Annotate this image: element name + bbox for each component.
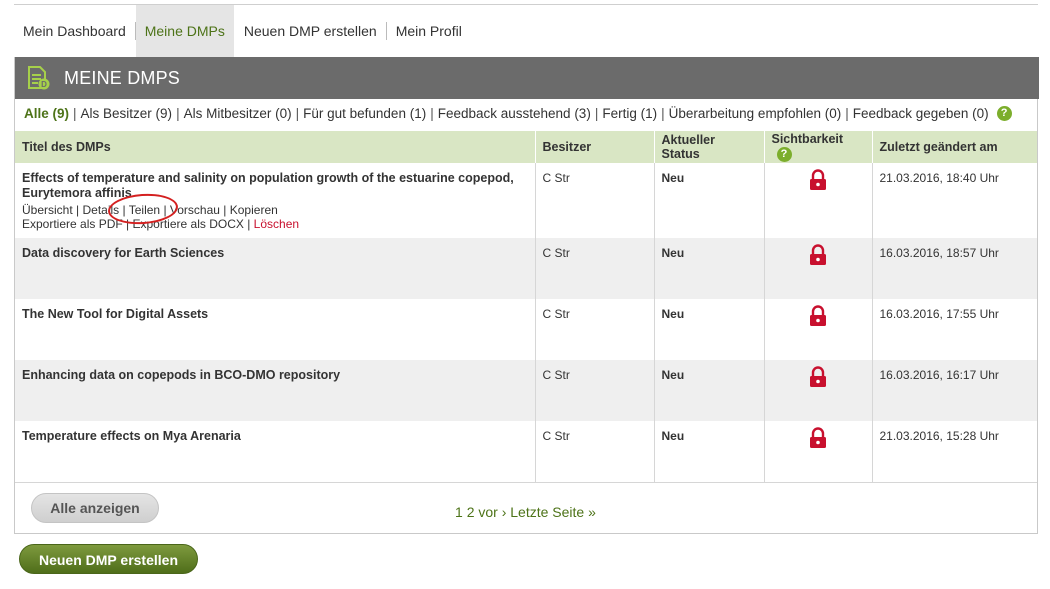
action-delete[interactable]: Löschen: [254, 217, 299, 231]
action-preview[interactable]: Vorschau: [170, 203, 220, 217]
dmp-title[interactable]: The New Tool for Digital Assets: [22, 307, 528, 322]
owner-cell: C Str: [534, 421, 654, 483]
col-header-updated[interactable]: Zuletzt geändert am: [871, 131, 1037, 163]
help-icon[interactable]: ?: [776, 146, 792, 162]
help-icon[interactable]: ?: [996, 106, 1012, 121]
filter-feedback-gegeben[interactable]: Feedback gegeben (0): [853, 106, 989, 121]
table-row: Data discovery for Earth Sciences C Str …: [15, 238, 1037, 299]
visibility-cell: [763, 163, 872, 238]
action-share[interactable]: Teilen: [129, 203, 160, 217]
table-row: Effects of temperature and salinity on p…: [15, 163, 1037, 238]
dmp-title[interactable]: Data discovery for Earth Sciences: [22, 246, 528, 261]
pagination: 1 2 vor › Letzte Seite »: [455, 504, 596, 520]
visibility-cell: [763, 238, 872, 299]
visibility-cell: [763, 299, 872, 360]
filter-ueberarbeitung-empfohlen[interactable]: Überarbeitung empfohlen (0): [669, 106, 842, 121]
lock-icon: [810, 305, 826, 326]
updated-cell: 21.03.2016, 18:40 Uhr: [871, 163, 1037, 238]
dmp-title[interactable]: Temperature effects on Mya Arenaria: [22, 429, 528, 444]
tab-mein-dashboard[interactable]: Mein Dashboard: [14, 5, 135, 57]
owner-cell: C Str: [534, 238, 654, 299]
col-header-status[interactable]: Aktueller Status: [653, 131, 764, 163]
updated-cell: 21.03.2016, 15:28 Uhr: [871, 421, 1037, 483]
svg-text:D: D: [41, 80, 47, 89]
dmp-title[interactable]: Enhancing data on copepods in BCO-DMO re…: [22, 368, 528, 383]
new-dmp-button[interactable]: Neuen DMP erstellen: [19, 544, 198, 574]
last-page-link[interactable]: Letzte Seite »: [510, 504, 596, 520]
filter-als-besitzer[interactable]: Als Besitzer (9): [81, 106, 173, 121]
my-dmps-panel: D MEINE DMPS Alle (9) | Als Besitzer (9) |…: [14, 57, 1039, 534]
tab-neuen-dmp-erstellen[interactable]: Neuen DMP erstellen: [235, 5, 386, 57]
updated-cell: 16.03.2016, 17:55 Uhr: [871, 299, 1037, 360]
next-page-link[interactable]: vor ›: [478, 504, 506, 520]
filter-als-mitbesitzer[interactable]: Als Mitbesitzer (0): [184, 106, 292, 121]
show-all-button[interactable]: Alle anzeigen: [31, 493, 159, 523]
filter-bar: Alle (9) | Als Besitzer (9) | Als Mitbesit…: [24, 106, 1012, 121]
col-header-title[interactable]: Titel des DMPs: [15, 131, 535, 163]
status-cell: Neu: [653, 299, 764, 360]
table-row: Enhancing data on copepods in BCO-DMO re…: [15, 360, 1037, 421]
table-row: The New Tool for Digital Assets C Str Ne…: [15, 299, 1037, 360]
action-overview[interactable]: Übersicht: [22, 203, 73, 217]
filter-alle[interactable]: Alle (9): [24, 106, 69, 121]
dmp-table: Titel des DMPs Besitzer Aktueller Status…: [15, 131, 1037, 483]
page-1[interactable]: 1: [455, 504, 463, 520]
action-export-docx[interactable]: Exportiere als DOCX: [133, 217, 244, 231]
col-header-visibility[interactable]: Sichtbarkeit ?: [763, 131, 872, 163]
lock-icon: [810, 427, 826, 448]
status-cell: Neu: [653, 360, 764, 421]
action-details[interactable]: Details: [82, 203, 119, 217]
col-header-owner[interactable]: Besitzer: [534, 131, 654, 163]
action-copy[interactable]: Kopieren: [230, 203, 278, 217]
owner-cell: C Str: [534, 360, 654, 421]
lock-icon: [810, 366, 826, 387]
status-cell: Neu: [653, 238, 764, 299]
filter-fertig[interactable]: Fertig (1): [602, 106, 657, 121]
updated-cell: 16.03.2016, 16:17 Uhr: [871, 360, 1037, 421]
visibility-cell: [763, 421, 872, 483]
tab-mein-profil[interactable]: Mein Profil: [387, 5, 471, 57]
owner-cell: C Str: [534, 299, 654, 360]
panel-header: D MEINE DMPS: [15, 57, 1039, 99]
visibility-cell: [763, 360, 872, 421]
lock-icon: [810, 169, 826, 190]
row-actions: Übersicht | Details | Teilen | Vorschau …: [22, 203, 300, 231]
panel-title: MEINE DMPS: [64, 68, 181, 88]
main-tabs: Mein Dashboard Meine DMPs Neuen DMP erst…: [14, 5, 471, 57]
filter-feedback-ausstehend[interactable]: Feedback ausstehend (3): [438, 106, 591, 121]
updated-cell: 16.03.2016, 18:57 Uhr: [871, 238, 1037, 299]
dmp-title[interactable]: Effects of temperature and salinity on p…: [22, 171, 528, 201]
filter-fuer-gut-befunden[interactable]: Für gut befunden (1): [303, 106, 426, 121]
lock-icon: [810, 244, 826, 265]
status-cell: Neu: [653, 163, 764, 238]
action-export-pdf[interactable]: Exportiere als PDF: [22, 217, 123, 231]
tab-meine-dmps[interactable]: Meine DMPs: [135, 5, 234, 57]
status-cell: Neu: [653, 421, 764, 483]
document-icon: D: [28, 66, 50, 90]
page-2[interactable]: 2: [467, 504, 475, 520]
owner-cell: C Str: [534, 163, 654, 238]
table-row: Temperature effects on Mya Arenaria C St…: [15, 421, 1037, 483]
table-header-row: Titel des DMPs Besitzer Aktueller Status…: [15, 131, 1037, 163]
